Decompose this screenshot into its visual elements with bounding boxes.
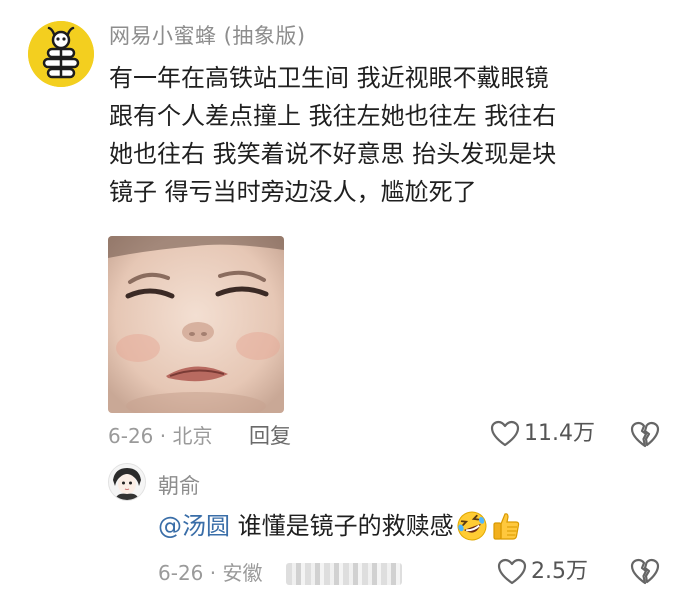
heart-icon [497, 558, 527, 585]
comment-text-line: 她也往右 我笑着说不好意思 抬头发现是块 [109, 140, 557, 168]
reply-like-count: 2.5万 [531, 559, 588, 584]
heart-icon [490, 420, 520, 447]
comment-text-line: 跟有个人差点撞上 我往左她也往左 我往右 [109, 102, 557, 130]
dislike-button[interactable] [630, 421, 660, 453]
comment-date-location: 6-26 · 北京 [108, 424, 213, 448]
comment-text-line: 镜子 得亏当时旁边没人，尴尬死了 [109, 178, 477, 206]
reply-username[interactable]: 朝俞 [158, 472, 200, 500]
crying-child-image [108, 236, 284, 413]
reply-body: 谁懂是镜子的救赎感 [230, 512, 454, 540]
comment-text-line: 有一年在高铁站卫生间 我近视眼不戴眼镜 [109, 64, 549, 92]
reply-like-button[interactable]: 2.5万 [497, 558, 588, 586]
blurred-reply-button [286, 563, 402, 585]
reply-date-location: 6-26 · 安徽 [158, 561, 263, 585]
reply-dislike-button[interactable] [630, 558, 660, 590]
user-avatar-bee[interactable] [28, 21, 94, 87]
like-button[interactable]: 11.4万 [490, 420, 595, 448]
reply-button[interactable]: 回复 [249, 423, 291, 449]
like-count: 11.4万 [524, 421, 595, 446]
mention-link[interactable]: @汤圆 [158, 508, 230, 544]
broken-heart-icon [630, 421, 660, 448]
thumbs-up-emoji [493, 513, 519, 540]
bee-icon [28, 21, 94, 87]
comment-username[interactable]: 网易小蜜蜂 (抽象版) [109, 22, 306, 50]
rolling-laughing-emoji [457, 511, 487, 541]
comment-text: 有一年在高铁站卫生间 我近视眼不戴眼镜 跟有个人差点撞上 我往左她也往左 我往右… [109, 59, 669, 211]
reply-avatar[interactable] [108, 463, 146, 501]
anime-avatar-icon [109, 464, 145, 500]
reply-text: @汤圆 谁懂是镜子的救赎感 [158, 508, 522, 544]
broken-heart-icon [630, 558, 660, 585]
comment-image-crying-child[interactable] [108, 236, 284, 413]
